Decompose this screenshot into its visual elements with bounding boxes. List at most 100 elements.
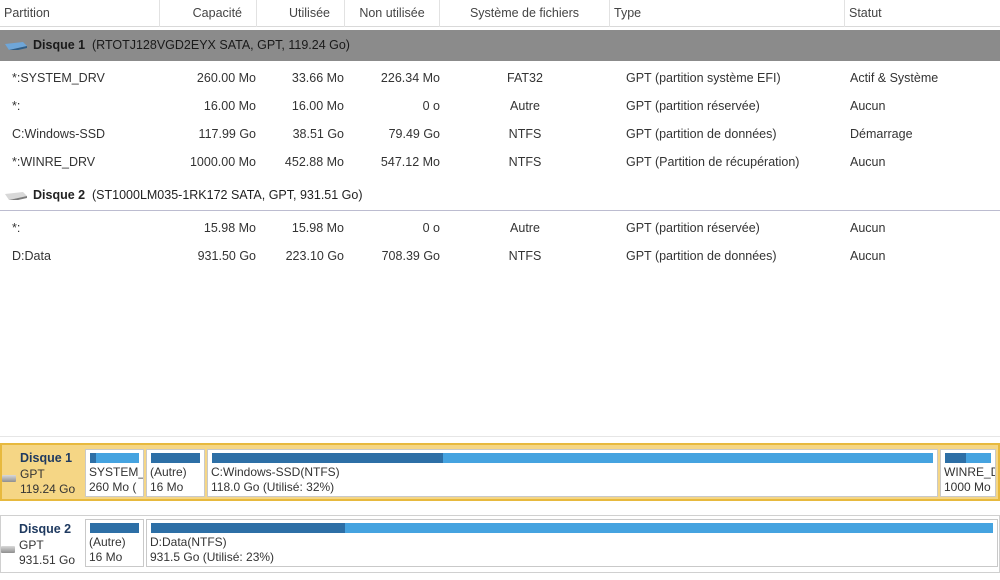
- cell-status: Aucun: [850, 249, 886, 263]
- diskmap-disk-scheme: GPT: [19, 538, 44, 552]
- diskmap-disk-1[interactable]: Disque 1 GPT 119.24 Go SYSTEM_ 260 Mo ( …: [0, 443, 1000, 501]
- table-header: Partition Capacité Utilisée Non utilisée…: [0, 0, 1000, 27]
- cell-unused: 708.39 Go: [381, 249, 440, 263]
- cell-partition: *:WINRE_DRV: [12, 155, 96, 169]
- column-header-capacity[interactable]: Capacité: [160, 0, 257, 27]
- diskmap-disk-name: Disque 1: [20, 451, 73, 465]
- cell-used: 452.88 Mo: [284, 155, 344, 169]
- table-row[interactable]: *:SYSTEM_DRV 260.00 Mo 33.66 Mo 226.34 M…: [0, 64, 1000, 92]
- table-row[interactable]: *: 16.00 Mo 16.00 Mo 0 o Autre GPT (part…: [0, 92, 1000, 120]
- cell-used: 33.66 Mo: [291, 71, 344, 85]
- map-separator: [0, 436, 1000, 437]
- diskmap-partition-block[interactable]: SYSTEM_ 260 Mo (: [85, 449, 144, 497]
- column-header-used[interactable]: Utilisée: [257, 0, 345, 27]
- hard-disk-icon: [5, 42, 27, 50]
- usage-bar-fill: [90, 453, 97, 463]
- cell-status: Aucun: [850, 221, 886, 235]
- cell-unused: 226.34 Mo: [380, 71, 440, 85]
- cell-filesystem: NTFS: [508, 249, 542, 263]
- cell-unused: 0 o: [422, 99, 440, 113]
- cell-type: GPT (partition réservée): [626, 214, 846, 242]
- partition-block-size: 931.5 Go (Utilisé: 23%): [150, 550, 275, 564]
- partition-block-label: SYSTEM_: [89, 465, 144, 479]
- cell-filesystem: NTFS: [508, 155, 542, 169]
- diskmap-partition-block[interactable]: D:Data(NTFS) 931.5 Go (Utilisé: 23%): [146, 519, 998, 567]
- partition-block-label: (Autre): [150, 465, 187, 479]
- diskmap-partition-block[interactable]: C:Windows-SSD(NTFS) 118.0 Go (Utilisé: 3…: [207, 449, 938, 497]
- partition-block-label: C:Windows-SSD(NTFS): [211, 465, 340, 479]
- partition-block-label: WINRE_D: [944, 465, 996, 479]
- diskmap-label[interactable]: Disque 2 GPT 931.51 Go: [1, 516, 83, 572]
- usage-bar-fill: [151, 523, 345, 533]
- usage-bar: [151, 523, 993, 533]
- table-row[interactable]: C:Windows-SSD 117.99 Go 38.51 Go 79.49 G…: [0, 120, 1000, 148]
- cell-type: GPT (partition réservée): [626, 92, 846, 120]
- cell-capacity: 16.00 Mo: [203, 99, 256, 113]
- diskmap-disk-2[interactable]: Disque 2 GPT 931.51 Go (Autre) 16 Mo D:D…: [0, 515, 1000, 573]
- cell-type: GPT (partition de données): [626, 242, 846, 270]
- table-row[interactable]: D:Data 931.50 Go 223.10 Go 708.39 Go NTF…: [0, 242, 1000, 270]
- partition-block-label: D:Data(NTFS): [150, 535, 227, 549]
- diskmap-partition-block[interactable]: WINRE_D 1000 Mo: [940, 449, 996, 497]
- usage-bar: [151, 453, 200, 463]
- usage-bar-fill: [90, 523, 139, 533]
- usage-bar-fill: [212, 453, 443, 463]
- disk-row-2[interactable]: Disque 2 (ST1000LM035-1RK172 SATA, GPT, …: [0, 180, 1000, 211]
- usage-bar: [212, 453, 933, 463]
- cell-capacity: 1000.00 Mo: [189, 155, 256, 169]
- cell-partition: *:: [12, 99, 21, 113]
- diskmap-disk-name: Disque 2: [19, 522, 72, 536]
- table-row[interactable]: *: 15.98 Mo 15.98 Mo 0 o Autre GPT (part…: [0, 214, 1000, 242]
- partition-block-size: 260 Mo (: [89, 480, 137, 494]
- hard-disk-icon: [2, 475, 16, 482]
- cell-capacity: 260.00 Mo: [196, 71, 256, 85]
- column-header-status[interactable]: Statut: [845, 0, 1000, 27]
- diskmap-disk-scheme: GPT: [20, 467, 45, 481]
- column-header-unused[interactable]: Non utilisée: [345, 0, 440, 27]
- cell-status: Aucun: [850, 155, 886, 169]
- cell-unused: 79.49 Go: [388, 127, 440, 141]
- column-header-filesystem[interactable]: Système de fichiers: [440, 0, 610, 27]
- diskmap-partition-block[interactable]: (Autre) 16 Mo: [146, 449, 205, 497]
- cell-filesystem: Autre: [510, 99, 540, 113]
- cell-partition: *:: [12, 221, 21, 235]
- cell-partition: C:Windows-SSD: [12, 127, 106, 141]
- table-row[interactable]: *:WINRE_DRV 1000.00 Mo 452.88 Mo 547.12 …: [0, 148, 1000, 176]
- cell-status: Démarrage: [850, 127, 913, 141]
- disk-name: Disque 1: [33, 38, 86, 52]
- cell-capacity: 931.50 Go: [197, 249, 256, 263]
- cell-type: GPT (partition système EFI): [626, 64, 846, 92]
- cell-type: GPT (partition de données): [626, 120, 846, 148]
- partition-block-size: 16 Mo: [89, 550, 123, 564]
- disk-row-1[interactable]: Disque 1 (RTOTJ128VGD2EYX SATA, GPT, 119…: [0, 30, 1000, 61]
- cell-capacity: 117.99 Go: [198, 127, 256, 141]
- cell-unused: 547.12 Mo: [380, 155, 440, 169]
- partition-table: Partition Capacité Utilisée Non utilisée…: [0, 0, 1000, 436]
- diskmap-label[interactable]: Disque 1 GPT 119.24 Go: [2, 445, 84, 499]
- diskmap-partition-block[interactable]: (Autre) 16 Mo: [85, 519, 144, 567]
- partition-block-label: (Autre): [89, 535, 126, 549]
- cell-status: Aucun: [850, 99, 886, 113]
- cell-used: 16.00 Mo: [291, 99, 344, 113]
- hard-disk-icon: [5, 192, 27, 200]
- column-header-partition[interactable]: Partition: [0, 0, 160, 27]
- usage-bar-fill: [945, 453, 966, 463]
- cell-unused: 0 o: [422, 221, 440, 235]
- cell-used: 223.10 Go: [285, 249, 344, 263]
- cell-filesystem: NTFS: [508, 127, 542, 141]
- disk-info: (ST1000LM035-1RK172 SATA, GPT, 931.51 Go…: [92, 188, 363, 202]
- cell-filesystem: FAT32: [507, 71, 543, 85]
- cell-partition: D:Data: [12, 249, 51, 263]
- diskmap-disk-size: 931.51 Go: [19, 553, 76, 567]
- cell-type: GPT (Partition de récupération): [626, 148, 846, 176]
- usage-bar-fill: [151, 453, 200, 463]
- disk-name: Disque 2: [33, 188, 86, 202]
- partition-block-size: 118.0 Go (Utilisé: 32%): [211, 480, 335, 494]
- usage-bar: [90, 453, 139, 463]
- column-header-type[interactable]: Type: [610, 0, 845, 27]
- cell-used: 38.51 Go: [292, 127, 344, 141]
- cell-used: 15.98 Mo: [291, 221, 344, 235]
- usage-bar: [90, 523, 139, 533]
- disk-info: (RTOTJ128VGD2EYX SATA, GPT, 119.24 Go): [92, 38, 350, 52]
- cell-filesystem: Autre: [510, 221, 540, 235]
